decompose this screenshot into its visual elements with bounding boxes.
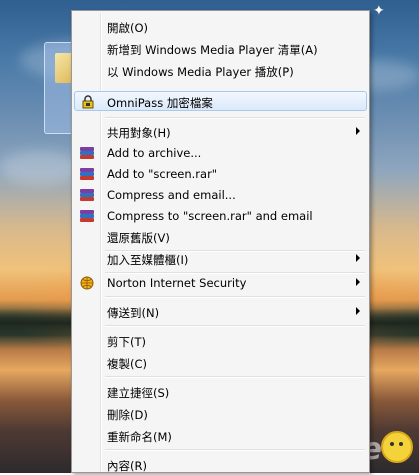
context-menu: 開啟(O) 新增到 Windows Media Player 清單(A) 以 W… [71,10,370,473]
menu-item-label: 刪除(D) [107,408,148,422]
menu-item-label: 開啟(O) [107,21,149,35]
menu-item-label: 內容(R) [107,459,147,473]
menu-item-restore-previous-versions[interactable]: 還原舊版(V) [74,227,367,247]
winrar-icon [80,167,94,181]
menu-item-share-with[interactable]: 共用對象(H) [74,122,367,142]
menu-separator [105,325,365,327]
cloud [0,150,80,185]
menu-item-label: 剪下(T) [107,335,146,349]
menu-item-delete[interactable]: 刪除(D) [74,404,367,424]
menu-item-open[interactable]: 開啟(O) [74,17,367,37]
menu-item-create-shortcut[interactable]: 建立捷徑(S) [74,382,367,402]
submenu-arrow-icon [356,127,360,135]
menu-separator [105,117,365,119]
menu-item-label: 傳送到(N) [107,306,160,320]
menu-item-add-to-wmp-list[interactable]: 新增到 Windows Media Player 清單(A) [74,39,367,59]
menu-item-label: Add to "screen.rar" [107,167,218,181]
menu-item-compress-and-email[interactable]: Compress and email... [74,185,367,205]
menu-item-play-with-wmp[interactable]: 以 Windows Media Player 播放(P) [74,61,367,81]
menu-item-send-to[interactable]: 傳送到(N) [74,302,367,322]
submenu-arrow-icon [356,278,360,286]
submenu-arrow-icon [356,307,360,315]
menu-separator [105,376,365,378]
menu-item-label: Add to archive... [107,146,202,160]
sparkle-icon: ✦ [373,3,385,19]
menu-item-label: OmniPass 加密檔案 [107,96,213,110]
menu-item-add-to-screen-rar[interactable]: Add to "screen.rar" [74,164,367,184]
menu-item-norton-internet-security[interactable]: Norton Internet Security [74,273,367,293]
menu-item-label: Compress to "screen.rar" and email [107,209,313,223]
menu-item-label: 建立捷徑(S) [107,386,170,400]
menu-item-label: 以 Windows Media Player 播放(P) [107,65,294,79]
winrar-icon [80,146,94,160]
menu-separator [105,449,365,451]
menu-item-label: 新增到 Windows Media Player 清單(A) [107,43,318,57]
menu-item-add-to-library[interactable]: 加入至媒體櫃(I) [74,249,367,269]
menu-item-compress-to-screen-rar-email[interactable]: Compress to "screen.rar" and email [74,206,367,226]
menu-item-properties[interactable]: 內容(R) [74,455,367,475]
menu-item-cut[interactable]: 剪下(T) [74,331,367,351]
menu-item-label: Compress and email... [107,188,236,202]
menu-item-rename[interactable]: 重新命名(M) [74,426,367,446]
menu-item-label: 共用對象(H) [107,126,171,140]
menu-item-add-to-archive[interactable]: Add to archive... [74,143,367,163]
menu-item-label: 重新命名(M) [107,430,172,444]
mascot-icon [381,431,413,463]
lock-icon [81,95,95,109]
menu-item-label: 還原舊版(V) [107,231,170,245]
menu-item-label: 複製(C) [107,357,148,371]
menu-separator [105,296,365,298]
menu-item-copy[interactable]: 複製(C) [74,353,367,373]
submenu-arrow-icon [356,254,360,262]
menu-item-label: 加入至媒體櫃(I) [107,253,189,267]
menu-item-omnipass-encrypt[interactable]: OmniPass 加密檔案 [74,91,367,111]
winrar-icon [80,209,94,223]
menu-item-label: Norton Internet Security [107,276,247,290]
norton-globe-icon [80,276,94,290]
winrar-icon [80,188,94,202]
